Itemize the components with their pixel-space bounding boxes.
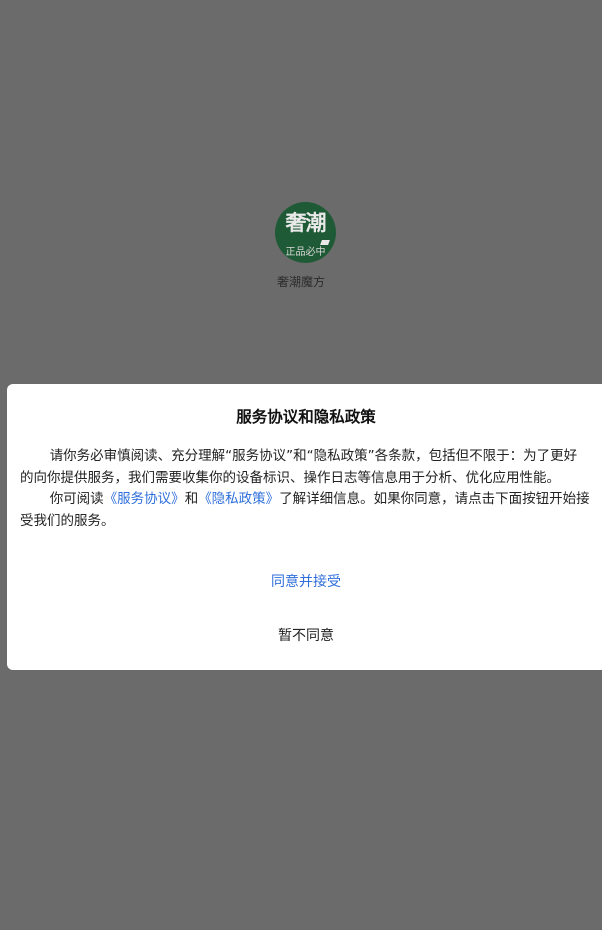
privacy-policy-link[interactable]: 《隐私政策》	[198, 491, 279, 507]
privacy-dialog: 服务协议和隐私政策 请你务必审慎阅读、充分理解“服务协议”和“隐私政策”各条款，…	[7, 384, 602, 670]
paragraph-2-prefix: 你可阅读	[49, 491, 104, 507]
paragraph-2-and: 和	[184, 491, 199, 507]
dialog-paragraph-2: 你可阅读《服务协议》和《隐私政策》了解详细信息。如果你同意，请点击下面按钮开始接…	[20, 489, 590, 532]
logo-slash-mark	[320, 240, 330, 245]
logo-bottom-text: 正品必中	[285, 247, 326, 258]
app-logo: 奢潮 正品必中	[275, 202, 336, 263]
dialog-title: 服务协议和隐私政策	[236, 408, 376, 426]
service-agreement-link[interactable]: 《服务协议》	[104, 491, 185, 507]
agree-button[interactable]: 同意并接受	[7, 571, 602, 593]
app-name: 奢潮魔方	[276, 275, 325, 289]
dialog-paragraph-1: 请你务必审慎阅读、充分理解“服务协议”和“隐私政策”各条款，包括但不限于：为了更…	[20, 448, 578, 486]
logo-top-text: 奢潮	[285, 211, 327, 235]
dialog-body: 请你务必审慎阅读、充分理解“服务协议”和“隐私政策”各条款，包括但不限于：为了更…	[20, 446, 590, 532]
disagree-button[interactable]: 暂不同意	[7, 625, 602, 647]
